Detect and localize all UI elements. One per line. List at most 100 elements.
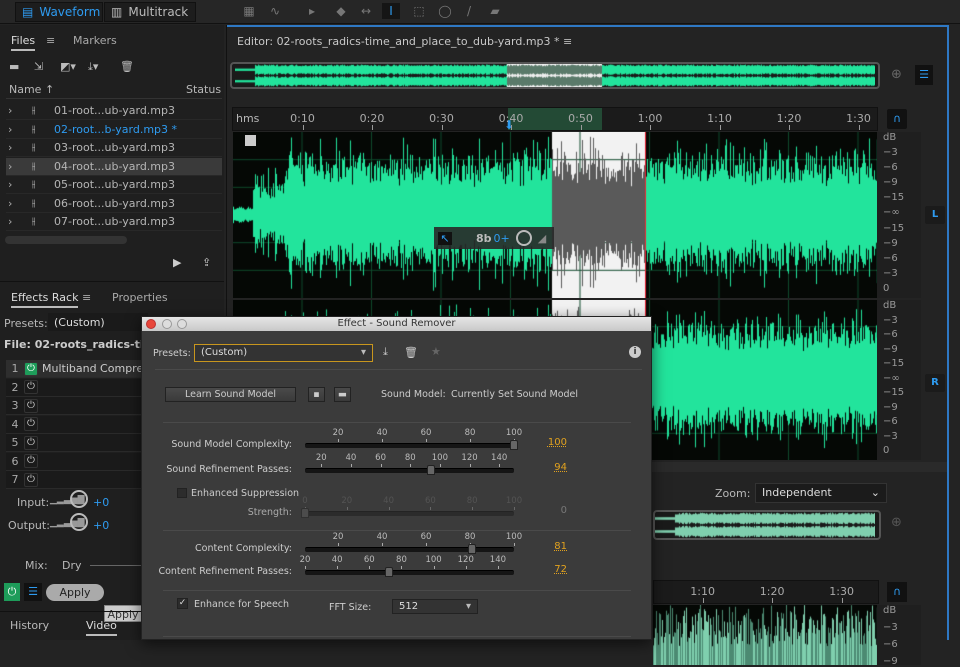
hud-volume-knob[interactable]	[515, 230, 532, 246]
export-icon[interactable]: ⇪	[202, 256, 211, 269]
tab-properties[interactable]: Properties	[112, 291, 168, 304]
slider-handle[interactable]	[468, 544, 477, 554]
waveform-left-channel[interactable]	[233, 132, 879, 298]
delete-preset-icon[interactable]: 🗑	[404, 346, 418, 359]
hud-arrow-icon[interactable]: ↖	[438, 231, 452, 245]
overview-navigator-2[interactable]	[653, 510, 881, 540]
output-gain-value[interactable]: +0	[93, 519, 109, 532]
zoom-button[interactable]	[177, 319, 187, 329]
play-icon[interactable]: ▶	[173, 256, 181, 269]
enhanced-suppression-checkbox[interactable]	[177, 488, 187, 498]
save-preset-icon[interactable]: ⤓	[383, 345, 388, 359]
file-list-item[interactable]: › ⫲ 02-root...b-yard.mp3 *	[6, 121, 222, 139]
expand-chevron-icon[interactable]: ›	[6, 178, 32, 191]
enhance-speech-checkbox[interactable]: ✓	[177, 598, 188, 609]
marquee-tool-icon[interactable]: ⬚	[410, 3, 428, 19]
input-gain-value[interactable]: +0	[93, 496, 109, 509]
razor-tool-icon[interactable]: ◆	[332, 3, 350, 19]
waveform-lower[interactable]	[653, 605, 879, 665]
power-icon[interactable]: ⏻	[24, 380, 38, 394]
slip-tool-icon[interactable]: ↔	[357, 3, 375, 19]
snap-magnet-button-2[interactable]: ∩	[887, 582, 907, 602]
minimize-button[interactable]	[162, 319, 172, 329]
hud-toggle-icon[interactable]	[245, 135, 256, 146]
insert-icon[interactable]: ⤓▾	[88, 60, 98, 74]
slider-track[interactable]: 20 40 60 80 100 120 140	[300, 555, 514, 577]
pitch-display-icon[interactable]: ∿	[266, 3, 284, 19]
expand-chevron-icon[interactable]: ›	[6, 160, 32, 173]
time-ruler[interactable]: hms ⬇ 0:10 0:20 0:30 0:40 0:50 1:00 1:10 1:20 1:…	[232, 107, 878, 132]
mix-slider[interactable]	[90, 565, 145, 566]
presets-dropdown[interactable]: (Custom) ▾	[194, 344, 373, 362]
tab-video[interactable]: Video	[86, 619, 117, 636]
channel-layout-button[interactable]: ☰	[915, 65, 933, 85]
overview-navigator[interactable]	[230, 62, 880, 89]
slider-handle[interactable]	[426, 465, 435, 475]
save-model-icon[interactable]: ▪	[308, 387, 325, 402]
power-icon[interactable]: ⏻	[24, 435, 38, 450]
spot-healing-icon[interactable]: ▰	[486, 3, 504, 19]
new-file-icon[interactable]: ◩▾	[60, 60, 76, 73]
slider-value[interactable]: 72	[537, 564, 567, 575]
slider-value[interactable]: 94	[537, 462, 567, 473]
time-ruler-2[interactable]: 1:10 1:20 1:30	[653, 580, 879, 604]
tab-history[interactable]: History	[10, 619, 49, 632]
channel-right-button[interactable]: R	[925, 374, 945, 392]
power-icon[interactable]: ⏻	[24, 361, 38, 376]
editor-menu-icon[interactable]: ≡	[563, 35, 572, 48]
file-list-item[interactable]: › ⫲ 05-root...ub-yard.mp3	[6, 176, 222, 194]
trash-icon[interactable]: 🗑	[120, 60, 134, 73]
expand-chevron-icon[interactable]: ›	[6, 104, 32, 117]
channel-left-button[interactable]: L	[925, 206, 945, 224]
open-folder-icon[interactable]: ▬	[9, 60, 19, 73]
panel-menu-icon[interactable]: ≡	[46, 34, 55, 47]
name-column-header[interactable]: Name ↑	[9, 83, 54, 96]
power-icon[interactable]: ⏻	[24, 454, 38, 468]
rack-power-button[interactable]: ⏻	[4, 583, 20, 601]
tab-markers[interactable]: Markers	[73, 34, 117, 47]
rack-presets-dropdown[interactable]: (Custom)	[48, 313, 148, 331]
brush-tool-icon[interactable]: /	[460, 3, 478, 19]
tab-effects-rack[interactable]: Effects Rack	[11, 291, 79, 308]
info-icon[interactable]: i	[629, 346, 641, 358]
slider-track[interactable]: 20 40 60 80 100	[305, 532, 522, 554]
open-model-folder-icon[interactable]: ▬	[334, 387, 351, 402]
power-icon[interactable]: ⏻	[24, 398, 38, 413]
status-column-header[interactable]: Status	[186, 83, 221, 96]
file-list-item[interactable]: › ⫲ 01-root...ub-yard.mp3	[6, 102, 222, 120]
fft-size-dropdown[interactable]: 512 ▾	[392, 599, 478, 614]
slider-value[interactable]: 0	[537, 505, 567, 516]
favorite-star-icon[interactable]: ★	[431, 345, 441, 358]
snap-magnet-button[interactable]: ∩	[887, 109, 907, 129]
files-horizontal-scrollbar[interactable]	[5, 236, 127, 244]
slider-track[interactable]: 0 20 40 60 80 100	[301, 496, 522, 518]
zoom-icon[interactable]: ⊕	[891, 67, 902, 82]
input-gain-knob[interactable]	[70, 490, 88, 508]
expand-chevron-icon[interactable]: ›	[6, 141, 32, 154]
expand-chevron-icon[interactable]: ›	[6, 123, 32, 136]
file-list-item[interactable]: › ⫲ 07-root...ub-yard.mp3	[6, 213, 222, 231]
close-button[interactable]	[146, 319, 156, 329]
slider-handle[interactable]	[384, 567, 393, 577]
slider-handle[interactable]	[510, 440, 518, 450]
power-icon[interactable]: ⏻	[24, 417, 38, 431]
lasso-tool-icon[interactable]: ◯	[436, 3, 454, 19]
spectral-display-icon[interactable]: ▦	[240, 3, 258, 19]
slider-value[interactable]: 100	[537, 437, 567, 448]
file-list-item[interactable]: › ⫲ 04-root...ub-yard.mp3	[6, 157, 222, 176]
zoom-icon[interactable]: ⊕	[891, 515, 902, 530]
import-icon[interactable]: ⇲	[34, 60, 43, 73]
file-list-item[interactable]: › ⫲ 03-root...ub-yard.mp3	[6, 139, 222, 157]
time-selection-tool-icon[interactable]: I	[382, 3, 400, 19]
file-list-item[interactable]: › ⫲ 06-root...ub-yard.mp3	[6, 195, 222, 213]
zoom-mode-dropdown[interactable]: Independent ⌄	[755, 483, 887, 503]
apply-button[interactable]: Apply	[46, 584, 104, 601]
slider-handle[interactable]	[301, 508, 309, 518]
multitrack-mode-button[interactable]: ▥ Multitrack	[104, 2, 196, 22]
learn-sound-model-button[interactable]: Learn Sound Model	[165, 387, 296, 402]
slider-value[interactable]: 81	[537, 541, 567, 552]
slider-track[interactable]: 20 40 60 80 100	[305, 428, 522, 450]
expand-chevron-icon[interactable]: ›	[6, 197, 32, 210]
expand-chevron-icon[interactable]: ›	[6, 215, 32, 228]
hud-gain-value[interactable]: 0+	[494, 232, 510, 245]
